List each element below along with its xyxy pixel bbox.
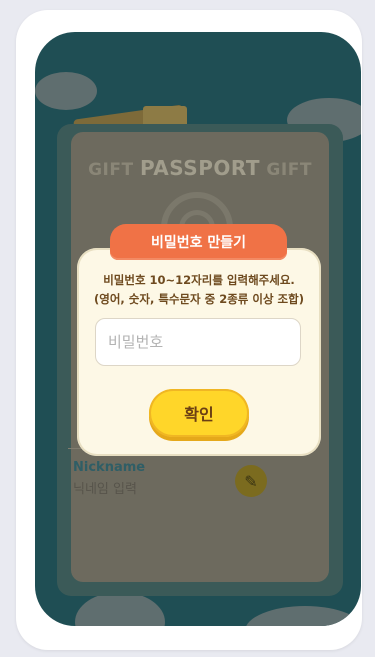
passport-title-left: GIFT <box>88 160 134 180</box>
nickname-label: Nickname <box>73 460 146 475</box>
cloud-decoration <box>75 592 165 626</box>
pencil-icon: ✎ <box>244 471 258 491</box>
modal-message-line1: 비밀번호 10~12자리를 입력해주세요. <box>103 273 295 287</box>
passport-title: GIFT PASSPORT GIFT <box>71 156 329 180</box>
cloud-decoration <box>245 606 361 626</box>
confirm-button[interactable]: 확인 <box>149 389 249 437</box>
modal-message-line2: (영어, 숫자, 특수문자 중 2종류 이상 조합) <box>94 292 304 306</box>
cloud-decoration <box>35 72 97 110</box>
modal-title: 비밀번호 만들기 <box>110 224 287 260</box>
nickname-placeholder: 닉네임 입력 <box>73 482 137 497</box>
edit-nickname-button[interactable]: ✎ <box>235 465 267 497</box>
password-input[interactable] <box>95 318 301 366</box>
passport-title-main: PASSPORT <box>139 156 260 180</box>
passport-title-right: GIFT <box>266 160 312 180</box>
